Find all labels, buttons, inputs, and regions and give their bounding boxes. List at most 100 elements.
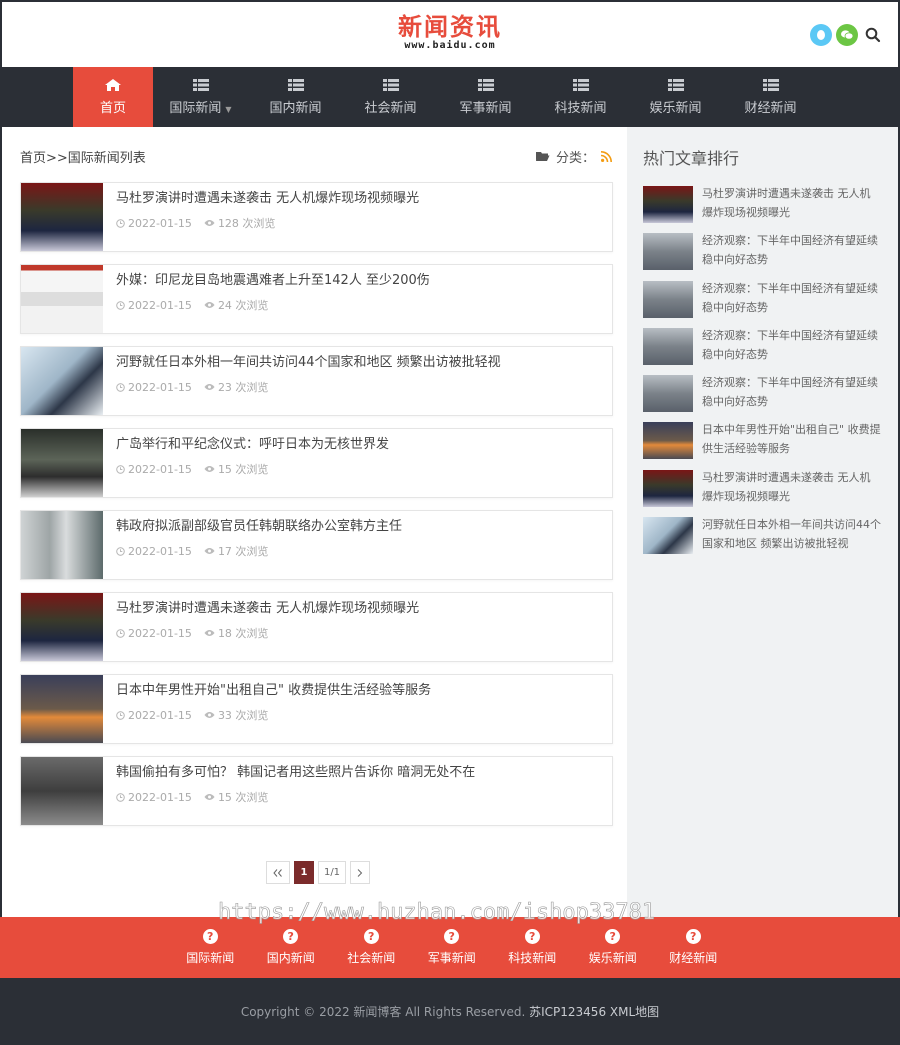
sidebar-title: 热门文章排行: [643, 149, 740, 168]
hot-article-title[interactable]: 经济观察：下半年中国经济有望延续 稳中向好态势: [693, 231, 878, 278]
hot-article-thumbnail[interactable]: [643, 422, 693, 460]
hot-article-title[interactable]: 马杜罗演讲时遭遇未遂袭击 无人机 爆炸现场视频曝光: [693, 184, 871, 231]
article-title[interactable]: 韩国偷拍有多可怕？ 韩国记者用这些照片告诉你 暗洞无处不在: [116, 763, 475, 783]
main-nav: 首页 国际新闻 ▼ 国内新闻 社会新闻 军事新闻 科技新闻 娱乐新闻 财经新闻: [0, 67, 900, 127]
hot-articles-list: 马杜罗演讲时遭遇未遂袭击 无人机 爆炸现场视频曝光 经济观察：下半年中国经济有望延续…: [643, 184, 888, 562]
rss-icon[interactable]: [601, 151, 612, 162]
footer-nav-item[interactable]: ? 军事新闻: [412, 929, 493, 966]
hot-article-item[interactable]: 经济观察：下半年中国经济有望延续 稳中向好态势: [643, 231, 888, 278]
nav-item[interactable]: 国际新闻 ▼: [153, 67, 248, 127]
breadcrumb[interactable]: 首页>>国际新闻列表: [20, 147, 146, 166]
nav-item-label: 军事新闻: [459, 100, 512, 116]
hot-article-thumbnail[interactable]: [643, 233, 693, 271]
article-title[interactable]: 马杜罗演讲时遭遇未遂袭击 无人机爆炸现场视频曝光: [116, 189, 419, 209]
nav-item[interactable]: 社会新闻: [343, 67, 438, 127]
hot-article-thumbnail[interactable]: [643, 469, 693, 507]
pager-next-button[interactable]: [350, 861, 370, 884]
article-item[interactable]: 广岛举行和平纪念仪式：呼吁日本为无核世界发 2022-01-15 15 次浏览: [20, 428, 613, 498]
article-title[interactable]: 马杜罗演讲时遭遇未遂袭击 无人机爆炸现场视频曝光: [116, 599, 419, 619]
question-circle-icon: ?: [283, 929, 299, 944]
nav-item[interactable]: 军事新闻: [438, 67, 533, 127]
article-date: 2022-01-15: [116, 461, 192, 477]
article-title[interactable]: 广岛举行和平纪念仪式：呼吁日本为无核世界发: [116, 435, 389, 455]
question-circle-icon: ?: [685, 929, 701, 944]
article-views: 15 次浏览: [204, 461, 268, 477]
nav-item-label: 社会新闻: [364, 100, 417, 116]
footer-nav-item[interactable]: ? 科技新闻: [492, 929, 573, 966]
eye-icon: [204, 630, 215, 636]
article-thumbnail[interactable]: [21, 675, 103, 743]
article-title[interactable]: 外媒：印尼龙目岛地震遇难者上升至142人 至少200伤: [116, 271, 430, 291]
article-views: 128 次浏览: [204, 215, 275, 231]
footer-nav-item[interactable]: ? 娱乐新闻: [573, 929, 654, 966]
article-title[interactable]: 河野就任日本外相一年间共访问44个国家和地区 频繁出访被批轻视: [116, 353, 501, 373]
article-item[interactable]: 马杜罗演讲时遭遇未遂袭击 无人机爆炸现场视频曝光 2022-01-15 128 次浏…: [20, 182, 613, 252]
nav-item[interactable]: 科技新闻: [533, 67, 628, 127]
icp-link[interactable]: 苏ICP123456: [529, 1005, 606, 1019]
clock-icon: [116, 792, 125, 802]
article-thumbnail[interactable]: [21, 429, 103, 497]
article-item[interactable]: 河野就任日本外相一年间共访问44个国家和地区 频繁出访被批轻视 2022-01-1…: [20, 346, 613, 416]
hot-article-title[interactable]: 日本中年男性开始"出租自己" 收费提 供生活经验等服务: [693, 420, 881, 467]
hot-article-item[interactable]: 经济观察：下半年中国经济有望延续 稳中向好态势: [643, 373, 888, 420]
article-date: 2022-01-15: [116, 379, 192, 395]
article-date: 2022-01-15: [116, 625, 192, 641]
article-thumbnail[interactable]: [21, 183, 103, 251]
category-filter[interactable]: 分类：: [535, 147, 612, 166]
article-item[interactable]: 马杜罗演讲时遭遇未遂袭击 无人机爆炸现场视频曝光 2022-01-15 18 次浏览: [20, 592, 613, 662]
article-title[interactable]: 韩政府拟派副部级官员任韩朝联络办公室韩方主任: [116, 517, 402, 537]
article-list: 马杜罗演讲时遭遇未遂袭击 无人机爆炸现场视频曝光 2022-01-15 128 次浏…: [20, 182, 613, 838]
pager-current-button[interactable]: 1: [294, 861, 314, 884]
header-actions: [810, 24, 884, 46]
nav-item[interactable]: 娱乐新闻: [628, 67, 723, 127]
article-views: 15 次浏览: [204, 789, 268, 805]
hot-article-title[interactable]: 马杜罗演讲时遭遇未遂袭击 无人机 爆炸现场视频曝光: [693, 468, 871, 515]
hot-article-thumbnail[interactable]: [643, 186, 693, 223]
article-thumbnail[interactable]: [21, 265, 103, 333]
hot-article-title[interactable]: 经济观察：下半年中国经济有望延续 稳中向好态势: [693, 326, 878, 373]
article-item[interactable]: 韩政府拟派副部级官员任韩朝联络办公室韩方主任 2022-01-15 17 次浏览: [20, 510, 613, 580]
logo-domain: www.baidu.com: [404, 40, 496, 51]
search-icon[interactable]: [862, 24, 884, 46]
article-thumbnail[interactable]: [21, 593, 103, 661]
nav-item[interactable]: 国内新闻: [248, 67, 343, 127]
article-thumbnail[interactable]: [21, 347, 103, 415]
article-title[interactable]: 日本中年男性开始"出租自己" 收费提供生活经验等服务: [116, 681, 431, 701]
article-thumbnail[interactable]: [21, 511, 103, 579]
hot-article-item[interactable]: 河野就任日本外相一年间共访问44个 国家和地区 频繁出访被批轻视: [643, 515, 888, 562]
footer-nav-item[interactable]: ? 国际新闻: [170, 929, 251, 966]
qq-icon[interactable]: [810, 24, 832, 46]
footer-nav-item[interactable]: ? 国内新闻: [251, 929, 332, 966]
article-item[interactable]: 韩国偷拍有多可怕？ 韩国记者用这些照片告诉你 暗洞无处不在 2022-01-15 1…: [20, 756, 613, 826]
list-icon: [192, 78, 209, 91]
nav-item[interactable]: 财经新闻: [723, 67, 818, 127]
hot-article-item[interactable]: 经济观察：下半年中国经济有望延续 稳中向好态势: [643, 326, 888, 373]
hot-article-item[interactable]: 马杜罗演讲时遭遇未遂袭击 无人机 爆炸现场视频曝光: [643, 468, 888, 515]
article-thumbnail[interactable]: [21, 757, 103, 825]
hot-article-title[interactable]: 经济观察：下半年中国经济有望延续 稳中向好态势: [693, 373, 878, 420]
footer-nav-item[interactable]: ? 财经新闻: [653, 929, 734, 966]
site-logo[interactable]: 新闻资讯 www.baidu.com: [2, 14, 898, 52]
sitemap-link[interactable]: XML地图: [610, 1005, 659, 1019]
article-date: 2022-01-15: [116, 215, 192, 231]
hot-article-thumbnail[interactable]: [643, 280, 693, 318]
hot-article-item[interactable]: 马杜罗演讲时遭遇未遂袭击 无人机 爆炸现场视频曝光: [643, 184, 888, 231]
pager-prev-button[interactable]: [266, 861, 290, 884]
hot-article-title[interactable]: 河野就任日本外相一年间共访问44个 国家和地区 频繁出访被批轻视: [693, 515, 881, 562]
footer-nav-item[interactable]: ? 社会新闻: [331, 929, 412, 966]
hot-article-thumbnail[interactable]: [643, 375, 693, 413]
hot-article-thumbnail[interactable]: [643, 517, 693, 555]
article-item[interactable]: 外媒：印尼龙目岛地震遇难者上升至142人 至少200伤 2022-01-15 24 …: [20, 264, 613, 334]
article-item[interactable]: 日本中年男性开始"出租自己" 收费提供生活经验等服务 2022-01-15 33 次…: [20, 674, 613, 744]
hot-article-thumbnail[interactable]: [643, 327, 693, 365]
hot-article-item[interactable]: 经济观察：下半年中国经济有望延续 稳中向好态势: [643, 279, 888, 326]
footer-nav-label: 娱乐新闻: [588, 951, 637, 965]
hot-article-item[interactable]: 日本中年男性开始"出租自己" 收费提 供生活经验等服务: [643, 420, 888, 467]
hot-article-title[interactable]: 经济观察：下半年中国经济有望延续 稳中向好态势: [693, 279, 878, 326]
question-circle-icon: ?: [444, 929, 460, 944]
nav-item[interactable]: 首页: [73, 67, 153, 127]
folder-open-icon: [535, 152, 550, 161]
wechat-icon[interactable]: [836, 24, 858, 46]
clock-icon: [116, 300, 125, 310]
eye-icon: [204, 384, 215, 390]
